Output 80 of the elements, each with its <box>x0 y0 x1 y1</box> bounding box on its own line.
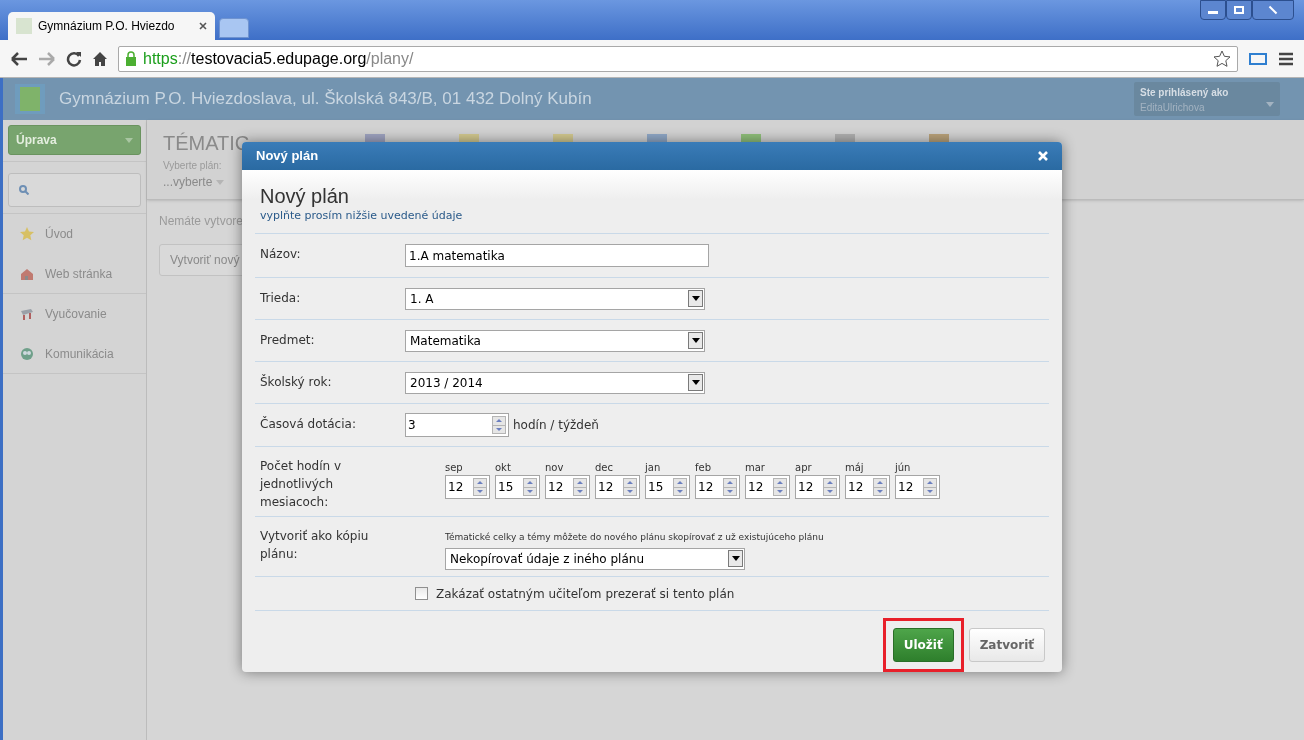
number-field[interactable]: 15 <box>495 475 540 499</box>
spinner-arrows-icon[interactable] <box>923 478 937 496</box>
checkbox[interactable] <box>415 587 428 600</box>
spinner-arrows-icon[interactable] <box>823 478 837 496</box>
field-label: Počet hodín v jednotlivých mesiacoch: <box>258 458 343 511</box>
field-label: Časová dotácia: <box>259 415 357 433</box>
lock-icon[interactable] <box>125 51 137 66</box>
number-field[interactable]: 12 <box>745 475 790 499</box>
number-field[interactable]: 12 <box>445 475 490 499</box>
minimize-icon[interactable] <box>1200 0 1226 20</box>
spinner-arrows-icon[interactable] <box>773 478 787 496</box>
month-label: jún <box>895 461 912 475</box>
spinner-arrows-icon[interactable] <box>573 478 587 496</box>
reload-icon[interactable] <box>66 50 82 67</box>
new-tab-button[interactable] <box>219 18 249 38</box>
menu-icon[interactable] <box>1278 51 1294 66</box>
url-text: https://testovacia5.edupage.org/plany/ <box>143 48 414 69</box>
dialog-subtitle: vyplňte prosím nižšie uvedené údaje <box>260 207 464 224</box>
month-label: mar <box>745 461 766 475</box>
select-field[interactable]: 1. A <box>405 287 705 310</box>
save-button[interactable]: Uložiť <box>892 628 954 662</box>
month-label: sep <box>445 461 464 475</box>
month-label: feb <box>695 461 713 475</box>
school-name: Gymnázium P.O. Hviezdoslava, ul. Školská 843/B, 01 432 Dolný Kubín <box>59 88 593 111</box>
address-bar[interactable]: https://testovacia5.edupage.org/plany/ <box>118 45 1238 72</box>
browser-tab[interactable]: Gymnázium P.O. Hviezdo <box>8 12 215 40</box>
dropdown-caret-icon <box>1266 102 1274 107</box>
number-field[interactable]: 12 <box>795 475 840 499</box>
month-label: jan <box>645 461 662 475</box>
search-field[interactable] <box>8 173 141 207</box>
logo-icon <box>15 84 45 114</box>
field-label: Predmet: <box>259 332 316 349</box>
select-field[interactable]: Matematika <box>405 329 705 352</box>
maximize-icon[interactable] <box>1226 0 1252 20</box>
back-arrow-icon[interactable] <box>10 50 28 67</box>
month-label: dec <box>595 461 614 475</box>
spinner-arrows-icon[interactable] <box>723 478 737 496</box>
fullscreen-icon[interactable] <box>1248 50 1268 67</box>
spinner-arrows-icon[interactable] <box>523 478 537 496</box>
number-field[interactable]: 12 <box>895 475 940 499</box>
forward-arrow-icon[interactable] <box>38 50 56 67</box>
spinner-arrows-icon[interactable] <box>673 478 687 496</box>
checkbox-label: Zakázať ostatným učiteľom prezerať si tento plán <box>436 585 735 603</box>
caret-icon <box>216 179 225 185</box>
input-field[interactable]: 1.A matematika <box>405 244 709 267</box>
hint-text: Tématické celky a témy môžete do nového plánu skopírovať z už existujúceho plánu <box>445 531 825 544</box>
month-label: nov <box>545 461 565 475</box>
number-field[interactable]: 12 <box>545 475 590 499</box>
spinner-arrows-icon[interactable] <box>623 478 637 496</box>
page-title: TÉMATIC <box>163 131 251 156</box>
spinner-arrows-icon[interactable] <box>492 416 506 434</box>
number-field[interactable]: 12 <box>595 475 640 499</box>
login-label: Ste prihlásený ako <box>1140 86 1230 100</box>
user-name: EditaUlrichova <box>1140 101 1205 115</box>
number-field[interactable]: 15 <box>645 475 690 499</box>
month-label: okt <box>495 461 512 475</box>
field-label: Vytvoriť ako kópiu plánu: <box>259 528 370 563</box>
tab-title: Gymnázium P.O. Hviezdo <box>38 18 176 35</box>
select-field[interactable]: Nekopírovať údaje z iného plánu <box>445 547 745 570</box>
number-field[interactable]: 12 <box>845 475 890 499</box>
dialog-title: Nový plán <box>256 147 319 165</box>
month-label: máj <box>845 461 865 475</box>
select-field[interactable]: 2013 / 2014 <box>405 371 705 394</box>
home-icon[interactable] <box>92 50 108 67</box>
caret-icon <box>125 137 133 143</box>
month-label: apr <box>795 461 813 475</box>
spinner-arrows-icon[interactable] <box>473 478 487 496</box>
star-icon <box>19 226 35 242</box>
spinner-arrows-icon[interactable] <box>873 478 887 496</box>
search-icon[interactable] <box>19 185 29 195</box>
star-icon[interactable] <box>1213 49 1231 68</box>
favicon-icon <box>16 18 32 34</box>
close-button[interactable]: Zatvoriť <box>968 628 1045 662</box>
field-label: Školský rok: <box>259 373 333 391</box>
desk-icon <box>19 306 35 322</box>
number-field[interactable]: 12 <box>695 475 740 499</box>
number-field[interactable]: 3 <box>405 413 509 437</box>
dialog-heading: Nový plán <box>260 183 350 208</box>
field-label: Trieda: <box>259 290 302 307</box>
unit-label: hodín / týždeň <box>513 417 599 434</box>
